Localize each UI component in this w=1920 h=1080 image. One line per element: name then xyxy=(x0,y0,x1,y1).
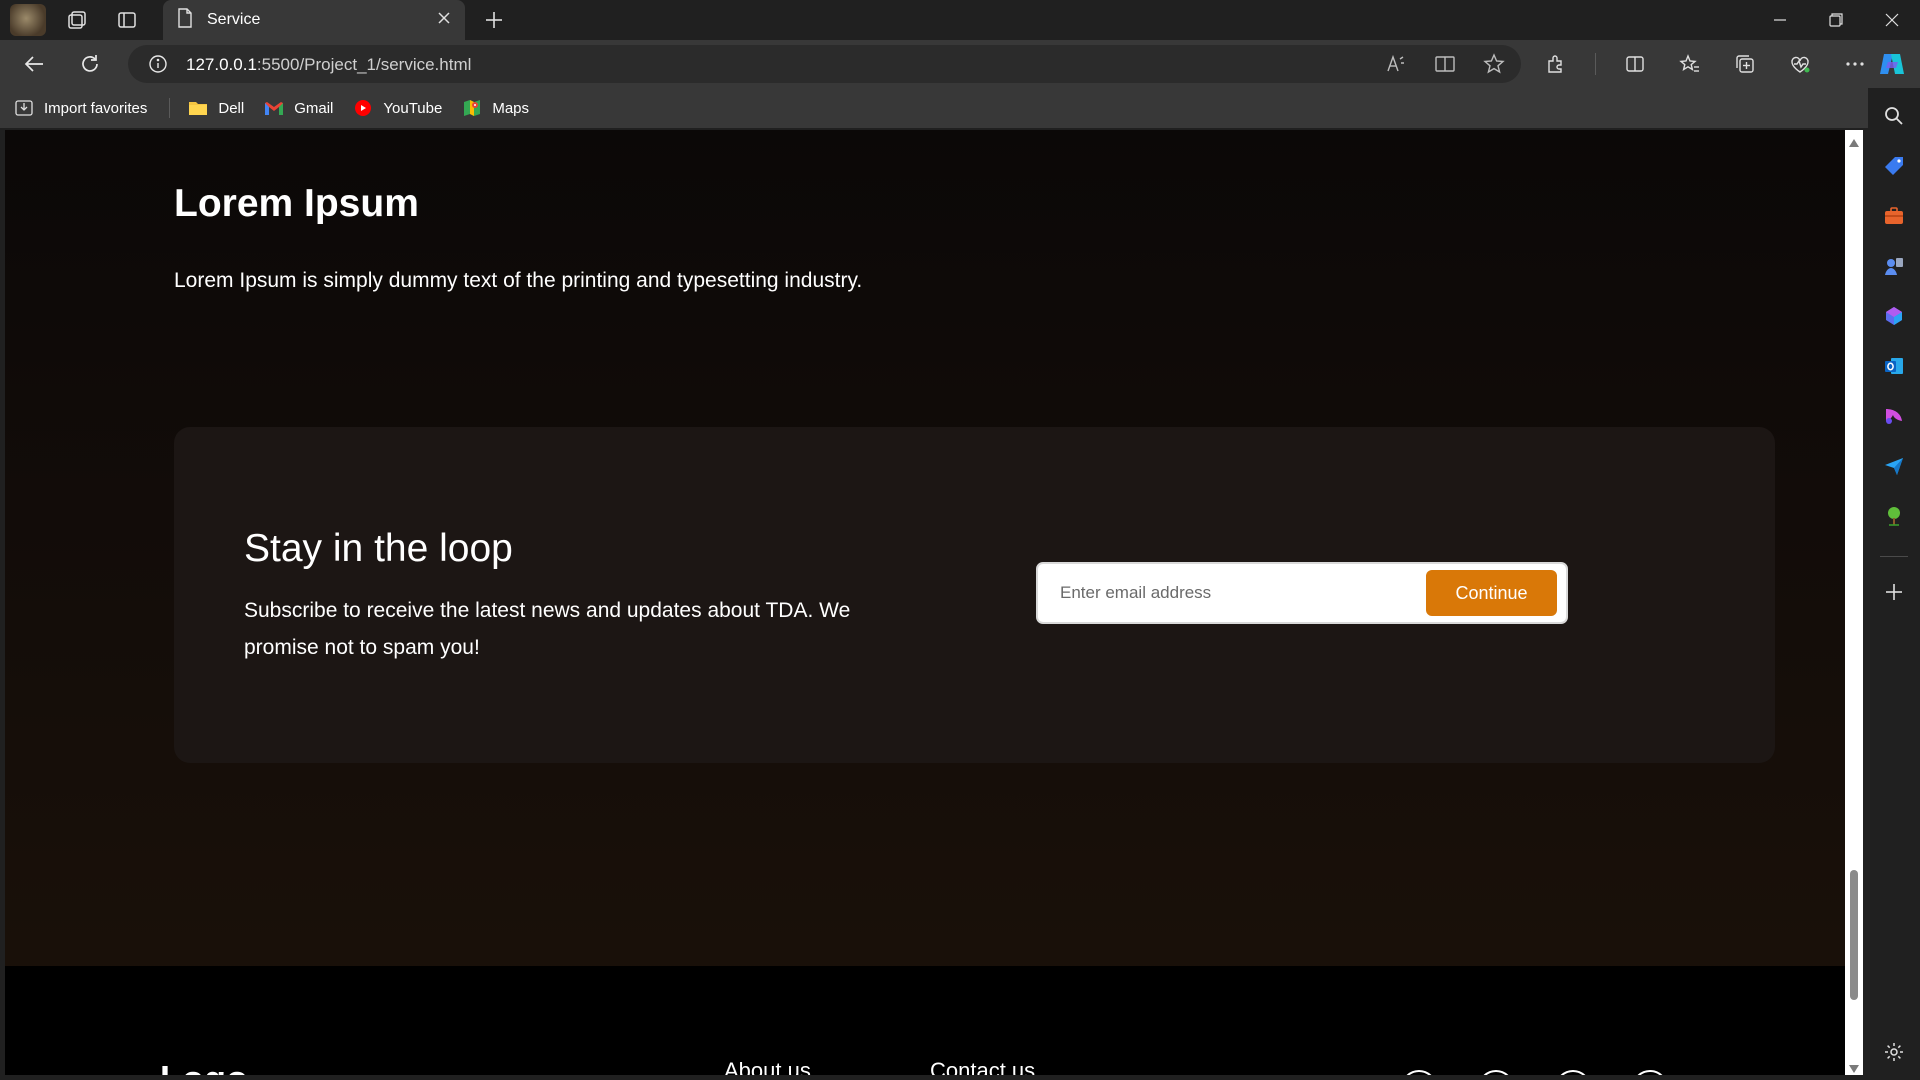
social-icon[interactable] xyxy=(1478,1070,1514,1075)
footer-about-link[interactable]: About us xyxy=(724,1058,811,1075)
search-icon[interactable] xyxy=(1880,102,1908,130)
folder-icon xyxy=(188,98,208,118)
favorite-gmail[interactable]: Gmail xyxy=(264,98,333,118)
add-sidebar-app-icon[interactable] xyxy=(1880,578,1908,606)
immersive-reader-icon[interactable] xyxy=(1432,51,1458,77)
designer-icon[interactable] xyxy=(1880,402,1908,430)
address-bar-row: 127.0.0.1:5500/Project_1/service.html xyxy=(0,40,1920,88)
import-favorites-icon xyxy=(14,98,34,118)
maps-icon xyxy=(462,98,482,118)
url-text[interactable]: 127.0.0.1:5500/Project_1/service.html xyxy=(186,55,471,75)
social-icon[interactable] xyxy=(1555,1070,1591,1075)
sidebar-settings-icon[interactable] xyxy=(1880,1038,1908,1066)
collections-icon[interactable] xyxy=(1729,48,1761,80)
page-viewport: Lorem Ipsum Lorem Ipsum is simply dummy … xyxy=(5,130,1845,1075)
send-icon[interactable] xyxy=(1880,452,1908,480)
site-info-icon[interactable] xyxy=(148,54,168,79)
scroll-down-icon[interactable] xyxy=(1849,1060,1859,1073)
subscribe-form: Continue xyxy=(1036,562,1568,624)
browser-essentials-icon[interactable] xyxy=(1784,48,1816,80)
email-field[interactable] xyxy=(1060,578,1400,608)
more-options-icon[interactable] xyxy=(1839,48,1871,80)
newsletter-title: Stay in the loop xyxy=(244,527,513,570)
favorite-star-icon[interactable] xyxy=(1481,51,1507,77)
games-icon[interactable] xyxy=(1880,252,1908,280)
hero-text: Lorem Ipsum is simply dummy text of the … xyxy=(174,269,863,292)
favorites-bar: Import favorites Dell Gmail YouTube Maps xyxy=(0,88,1920,128)
continue-button[interactable]: Continue xyxy=(1426,570,1557,616)
vertical-tabs-icon[interactable] xyxy=(114,7,140,33)
refresh-button[interactable] xyxy=(72,48,108,80)
gmail-icon xyxy=(264,98,284,118)
social-icon[interactable] xyxy=(1632,1070,1668,1075)
profile-avatar[interactable] xyxy=(10,4,46,36)
new-tab-button[interactable] xyxy=(480,6,508,34)
tab-title: Service xyxy=(207,11,261,28)
shopping-tag-icon[interactable] xyxy=(1880,152,1908,180)
page-icon xyxy=(177,7,193,33)
footer-contact-link[interactable]: Contact us xyxy=(930,1058,1035,1075)
toolbar-separator xyxy=(1595,53,1596,75)
edge-sidebar xyxy=(1868,88,1920,1080)
close-tab-icon[interactable] xyxy=(437,11,451,30)
back-button[interactable] xyxy=(16,48,52,80)
favorite-import[interactable]: Import favorites xyxy=(14,98,147,118)
restore-button[interactable] xyxy=(1808,0,1864,40)
footer: Logo About us Contact us xyxy=(5,966,1845,1075)
copilot-icon[interactable] xyxy=(1876,48,1908,80)
hero-title: Lorem Ipsum xyxy=(174,182,419,225)
workspaces-icon[interactable] xyxy=(64,7,90,33)
footer-logo[interactable]: Logo xyxy=(160,1058,248,1075)
outlook-icon[interactable] xyxy=(1880,352,1908,380)
split-screen-icon[interactable] xyxy=(1619,48,1651,80)
scroll-up-icon[interactable] xyxy=(1849,134,1859,147)
newsletter-text: Subscribe to receive the latest news and… xyxy=(244,599,851,659)
omnibox[interactable]: 127.0.0.1:5500/Project_1/service.html xyxy=(128,45,1521,83)
tab-service[interactable]: Service xyxy=(163,0,465,40)
title-bar: Service xyxy=(0,0,1920,40)
favorites-separator xyxy=(169,98,171,118)
favorites-icon[interactable] xyxy=(1674,48,1706,80)
youtube-icon xyxy=(353,98,373,118)
favorite-maps[interactable]: Maps xyxy=(462,98,529,118)
sidebar-separator xyxy=(1880,556,1908,557)
page-scrollbar[interactable] xyxy=(1845,130,1863,1075)
microsoft-365-icon[interactable] xyxy=(1880,302,1908,330)
favorite-youtube[interactable]: YouTube xyxy=(353,98,442,118)
close-window-button[interactable] xyxy=(1864,0,1920,40)
tools-briefcase-icon[interactable] xyxy=(1880,202,1908,230)
read-aloud-icon[interactable] xyxy=(1383,51,1409,77)
favorite-dell[interactable]: Dell xyxy=(188,98,244,118)
scrollbar-thumb[interactable] xyxy=(1850,870,1858,1000)
newsletter-card: Stay in the loop Subscribe to receive th… xyxy=(174,427,1775,763)
social-icon[interactable] xyxy=(1401,1070,1437,1075)
tree-icon[interactable] xyxy=(1880,502,1908,530)
extensions-icon[interactable] xyxy=(1540,48,1572,80)
minimize-button[interactable] xyxy=(1752,0,1808,40)
